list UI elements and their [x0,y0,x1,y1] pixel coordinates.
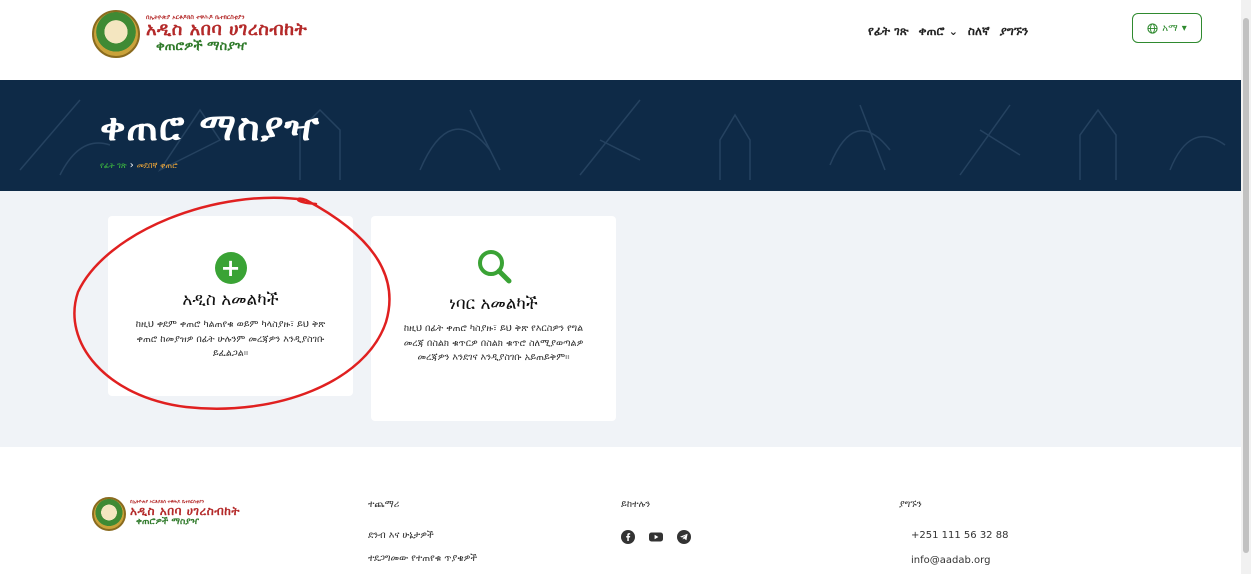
breadcrumb-current: መደበኛ ቀጠሮ [136,160,178,170]
page-title: ቀጠሮ ማስያዣ [100,105,320,149]
new-applicant-card[interactable]: + አዲስ አመልካች ከዚህ ቀደም ቀጠሮ ካልጠየቁ ወይም ካላስያዙ፣… [108,216,353,396]
breadcrumb-home[interactable]: የፊት ገጽ [100,161,127,171]
existing-applicant-card[interactable]: ነባር አመልካች ከዚህ በፊት ቀጠሮ ካስያዙ፣ ይህ ቅጽ የእርስዎን… [371,216,616,421]
chevron-down-icon: ⌄ [948,25,958,38]
logo-tagline: ቀጠሮዎች ማስያዣ [156,38,247,54]
site-header: በኢትዮጵያ ኦርቶዶክስ ተዋሕዶ ቤተክርስቲያን አዲስ አበባ ሀገረስ… [0,0,1241,80]
breadcrumb-separator: › [129,160,134,171]
nav-appointment-label: ቀጠሮ [918,24,945,38]
footer-logo[interactable]: በኢትዮጵያ ኦርቶዶክስ ተዋሕዶ ቤተክርስቲያን አዲስ አበባ ሀገረስ… [92,497,240,531]
youtube-icon[interactable] [649,530,663,544]
footer-follow-heading: ይከተሉን [621,499,651,510]
logo-text: በኢትዮጵያ ኦርቶዶክስ ተዋሕዶ ቤተክርስቲያን አዲስ አበባ ሀገረስ… [146,14,308,54]
globe-icon [1147,22,1158,34]
footer-more-column: ተጨማሪ ደንብ እና ሁኔታዎች ተደጋግመው የተጠየቁ ጥያቄዎች [368,499,477,574]
language-selector[interactable]: አማ ▾ [1132,13,1202,43]
existing-applicant-description: ከዚህ በፊት ቀጠሮ ካስያዙ፣ ይህ ቅጽ የእርስዎን የግል መረጃ በ… [403,323,584,364]
footer-logo-text: በኢትዮጵያ ኦርቶዶክስ ተዋሕዶ ቤተክርስቲያን አዲስ አበባ ሀገረስ… [130,500,240,528]
footer-contact-column: ያግኙን +251 111 56 32 88 info@aadab.org [899,499,1008,574]
plus-circle-icon: + [214,252,247,284]
footer-link-terms[interactable]: ደንብ እና ሁኔታዎች [368,530,477,541]
footer-more-heading: ተጨማሪ [368,499,400,510]
church-seal-icon [92,497,126,531]
nav-home[interactable]: የፊት ገጽ [868,24,909,39]
search-icon [477,250,511,284]
footer-follow-column: ይከተሉን [621,499,691,544]
site-logo[interactable]: በኢትዮጵያ ኦርቶዶክስ ተዋሕዶ ቤተክርስቲያን አዲስ አበባ ሀገረስ… [92,10,307,58]
footer-logo-tagline: ቀጠሮዎች ማስያዣ [136,516,199,527]
logo-title: አዲስ አበባ ሀገረስብከት [146,18,308,40]
page-scrollbar[interactable] [1241,0,1251,574]
existing-applicant-title: ነባር አመልካች [449,294,538,314]
church-seal-icon [92,10,140,58]
footer-contact-heading: ያግኙን [899,499,922,510]
main-nav: የፊት ገጽ ቀጠሮ ⌄ ስለኛ ያግኙን [868,24,1028,39]
nav-about[interactable]: ስለኛ [968,24,990,39]
new-applicant-title: አዲስ አመልካች [182,290,279,310]
language-label: አማ [1162,22,1178,34]
footer-link-faq[interactable]: ተደጋግመው የተጠየቁ ጥያቄዎች [368,553,477,564]
footer-email[interactable]: info@aadab.org [911,555,1008,566]
site-footer: በኢትዮጵያ ኦርቶዶክስ ተዋሕዶ ቤተክርስቲያን አዲስ አበባ ሀገረስ… [0,447,1241,574]
page-banner: ቀጠሮ ማስያዣ የፊት ገጽ › መደበኛ ቀጠሮ [0,80,1241,191]
nav-appointment[interactable]: ቀጠሮ ⌄ [919,24,958,39]
breadcrumb: የፊት ገጽ › መደበኛ ቀጠሮ [100,160,178,171]
facebook-icon[interactable] [621,530,635,544]
telegram-icon[interactable] [677,530,691,544]
footer-phone[interactable]: +251 111 56 32 88 [911,530,1008,541]
nav-contact[interactable]: ያግኙን [1000,24,1029,39]
new-applicant-description: ከዚህ ቀደም ቀጠሮ ካልጠየቁ ወይም ካላስያዙ፣ ይህ ቅጽ ቀጠሮ ከ… [135,319,326,360]
social-icons [621,530,691,544]
main-content: + አዲስ አመልካች ከዚህ ቀደም ቀጠሮ ካልጠየቁ ወይም ካላስያዙ፣… [0,191,1241,447]
scrollbar-thumb[interactable] [1243,18,1249,553]
caret-down-icon: ▾ [1181,22,1187,34]
